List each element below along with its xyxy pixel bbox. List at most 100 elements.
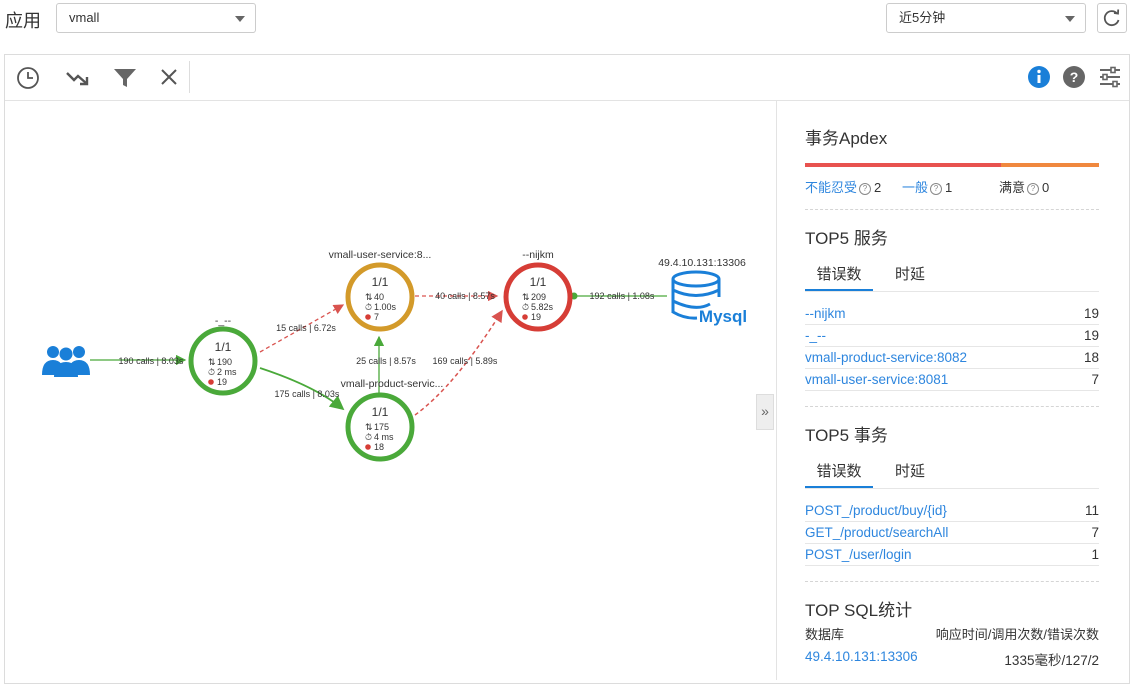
help-icon[interactable]: ? [1062,65,1086,89]
apdex-item-normal[interactable]: 一般? 1 [902,177,952,196]
service-row-value: 18 [1083,350,1099,365]
chevron-down-icon [235,16,245,22]
node-ratio: 1/1 [372,275,389,289]
edge-label: 175 calls | 8.03s [275,389,340,399]
database-name: 49.4.10.131:13306 [658,257,746,269]
app-label: 应用 [5,11,41,31]
transaction-row-name[interactable]: POST_/user/login [805,547,912,562]
apdex-bar-normal [1001,163,1099,167]
help-icon: ? [930,183,943,195]
divider [805,581,1099,582]
refresh-button[interactable] [1097,3,1127,33]
node-ratio: 1/1 [530,275,547,289]
apdex-label[interactable]: 不能忍受 [805,180,857,195]
topology-canvas: 190 calls | 8.03s 15 calls | 6.72s 175 c… [42,249,747,462]
node-errors: 18 [374,442,384,452]
users-icon[interactable] [42,346,90,377]
apdex-item-intolerable[interactable]: 不能忍受? 2 [805,177,881,196]
filter-icon[interactable] [112,65,138,91]
service-row-value: 19 [1083,328,1099,343]
time-range-value: 近5分钟 [899,10,946,25]
row-divider [805,565,1099,566]
node-calls: 209 [531,292,546,302]
transaction-row-name[interactable]: POST_/product/buy/{id} [805,503,947,518]
svg-text:?: ? [1070,69,1079,85]
transaction-row-value: 11 [1084,503,1099,518]
clock-icon: ⏱ [365,302,372,312]
apdex-item-satisfied: 满意? 0 [999,177,1049,196]
trend-icon[interactable] [65,66,91,90]
node-ratio: 1/1 [372,405,389,419]
sql-row-db[interactable]: 49.4.10.131:13306 [805,649,918,664]
node-latency: 2 ms [217,367,237,377]
edge-label: 169 calls | 5.89s [433,356,498,366]
edge-label: 192 calls | 1.08s [590,291,655,301]
tab-divider [805,488,1099,489]
row-divider [805,368,1099,369]
tab-errors[interactable]: 错误数 [805,460,873,488]
toolbar-divider [189,61,190,93]
tab-latency[interactable]: 时延 [882,263,938,289]
node-name: vmall-user-service:8... [329,249,432,261]
info-icon[interactable] [1027,65,1051,89]
service-node[interactable]: -_-- 1/1 ⇅ 190 ⏱ 2 ms 19 [188,315,258,396]
tab-latency[interactable]: 时延 [882,460,938,486]
edge-label: 190 calls | 8.03s [119,356,184,366]
call-icon: ⇅ [208,357,216,367]
call-icon: ⇅ [522,292,530,302]
bug-icon [365,444,371,450]
node-name: -_-- [215,315,232,327]
top-transactions-title: TOP5 事务 [805,426,888,445]
service-row-name[interactable]: --nijkm [805,306,846,321]
close-icon[interactable] [160,68,178,86]
row-divider [805,521,1099,522]
service-node[interactable]: vmall-user-service:8... 1/1 ⇅ 40 ⏱ 1.00s… [329,249,432,332]
service-row-value: 7 [1091,372,1099,387]
apdex-title: 事务Apdex [805,129,888,148]
edge-label: 40 calls | 8.57s [435,291,495,301]
service-node[interactable]: --nijkm 1/1 ⇅ 209 ⏱ 5.82s 19 [503,249,573,332]
apdex-bar-bad [805,163,1001,167]
tab-errors[interactable]: 错误数 [805,263,873,291]
call-icon: ⇅ [365,422,373,432]
row-divider [805,390,1099,391]
divider [805,406,1099,407]
node-name: --nijkm [522,249,554,261]
node-ratio: 1/1 [215,340,232,354]
refresh-icon [1103,9,1120,27]
bug-icon [522,314,528,320]
apdex-count: 0 [1042,180,1050,195]
help-icon: ? [1027,183,1040,195]
app-select[interactable]: vmall [56,3,256,33]
database-node[interactable]: 49.4.10.131:13306 Mysql [658,257,747,326]
node-latency: 5.82s [531,302,554,312]
service-node[interactable]: vmall-product-servic... 1/1 ⇅ 175 ⏱ 4 ms… [341,378,444,462]
transaction-row-value: 1 [1091,547,1099,562]
settings-icon[interactable] [1098,65,1122,89]
app-select-value: vmall [69,10,100,25]
top-services-title: TOP5 服务 [805,229,888,248]
apdex-label[interactable]: 一般 [902,180,928,195]
service-row-name[interactable]: vmall-user-service:8081 [805,372,948,387]
clock-icon[interactable] [16,66,40,90]
time-range-select[interactable]: 近5分钟 [886,3,1086,33]
clock-icon: ⏱ [208,367,215,377]
row-divider [805,324,1099,325]
node-errors: 19 [217,377,227,387]
divider [805,209,1099,210]
row-divider [805,346,1099,347]
collapse-panel-button[interactable]: » [756,394,774,430]
chevron-down-icon [1065,16,1075,22]
service-row-value: 19 [1083,306,1099,321]
service-row-name[interactable]: -_-- [805,328,826,343]
call-icon: ⇅ [365,292,373,302]
bug-icon [208,379,214,385]
transaction-row-name[interactable]: GET_/product/searchAll [805,525,948,540]
tab-divider [805,291,1099,292]
clock-icon: ⏱ [365,432,372,442]
clock-icon: ⏱ [522,302,529,312]
node-errors: 7 [374,312,379,322]
service-row-name[interactable]: vmall-product-service:8082 [805,350,967,365]
help-icon: ? [859,183,872,195]
apdex-count: 1 [945,180,953,195]
